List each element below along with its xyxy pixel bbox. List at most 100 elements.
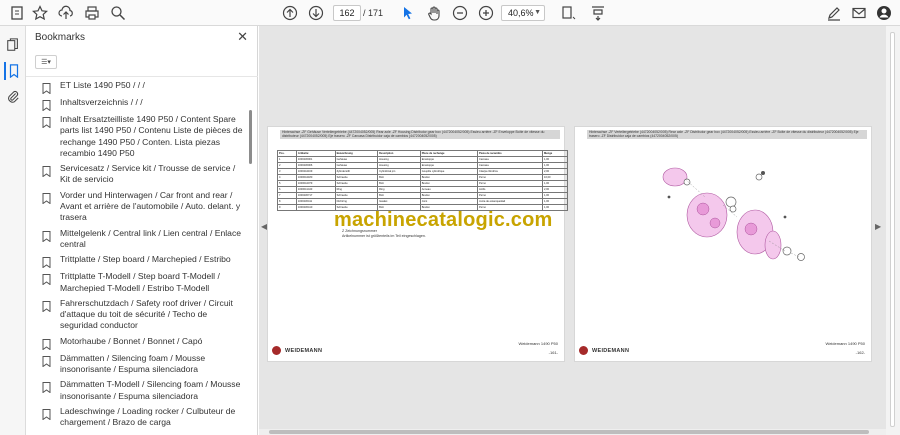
bookmark-item-icon <box>42 98 54 112</box>
bookmarks-panel: Bookmarks ✕ ☰▾ ET Liste 1490 P50 / / / I… <box>26 26 258 435</box>
page-header: Hinterachse -ZF Gehäuse Verteilergetrieb… <box>280 130 560 139</box>
bookmark-item[interactable]: Motorhaube / Bonnet / Bonnet / Capó <box>42 335 247 351</box>
scrollbar-thumb[interactable] <box>269 430 869 434</box>
scrollbar-thumb[interactable] <box>890 32 895 427</box>
scroll-mode-icon[interactable] <box>588 3 608 23</box>
bookmark-item[interactable]: Trittplatte / Step board / Marchepied / … <box>42 254 247 269</box>
hand-icon[interactable] <box>424 3 444 23</box>
bookmark-label: Motorhaube / Bonnet / Bonnet / Capó <box>60 335 203 346</box>
bookmark-list: ET Liste 1490 P50 / / / Inhaltsverzeichn… <box>42 80 247 433</box>
account-icon[interactable] <box>874 3 894 23</box>
bookmark-label: ET Liste 1490 P50 / / / <box>60 80 145 90</box>
bookmark-item[interactable]: Mittelgelenk / Central link / Lien centr… <box>42 228 247 251</box>
bookmark-label: Servicesatz / Service kit / Trousse de s… <box>60 163 236 185</box>
bookmark-label: Inhalt Ersatzteilliste 1490 P50 / Conten… <box>60 114 243 158</box>
scrollbar-thumb[interactable] <box>249 110 252 164</box>
close-icon[interactable]: ✕ <box>237 29 248 45</box>
bookmark-label: Trittplatte T-Modell / Step board T-Mode… <box>60 271 220 293</box>
next-page-icon[interactable] <box>306 3 326 23</box>
bookmark-item[interactable]: ET Liste 1490 P50 / / / <box>42 80 247 95</box>
bookmark-item[interactable]: Trittplatte T-Modell / Step board T-Mode… <box>42 271 247 294</box>
list-options-icon: ☰▾ <box>41 59 51 66</box>
document-viewer[interactable]: ◀ ▶ Hinterachse -ZF Gehäuse Verteilerget… <box>259 26 886 435</box>
attachment-icon[interactable] <box>4 88 22 106</box>
zoom-in-icon[interactable] <box>476 3 496 23</box>
bookmark-item-icon <box>42 191 54 205</box>
page-header: Hinterachse -ZF Verteilergetriebe (44720… <box>587 130 867 139</box>
bookmark-label: Inhaltsverzeichnis / / / <box>60 97 143 107</box>
cursor-icon[interactable] <box>398 3 418 23</box>
document-page-left: Hinterachse -ZF Gehäuse Verteilergetrieb… <box>267 126 568 362</box>
navigation-rail <box>0 26 26 435</box>
bookmark-label: Mittelgelenk / Central link / Lien centr… <box>60 227 242 249</box>
brand-mark: WEIDEMANN <box>272 346 322 355</box>
main-toolbar: 162 / 171 40,6% ▼ <box>0 0 900 26</box>
brand-name: WEIDEMANN <box>285 347 323 354</box>
table-cell: 9 <box>277 204 297 211</box>
bookmark-item[interactable]: Dämmatten T-Modell / Silencing foam / Mo… <box>42 379 247 402</box>
mail-icon[interactable] <box>849 3 869 23</box>
bookmark-label: Dämmatten / Silencing foam / Mousse inso… <box>60 352 206 375</box>
bookmark-label: Trittplatte / Step board / Marchepied / … <box>60 254 231 265</box>
bookmark-item-icon <box>42 299 54 313</box>
bookmark-item-icon <box>42 337 54 351</box>
parts-table: Pos. Artikelnr. Bezeichnung Description … <box>277 150 568 211</box>
viewer-vertical-scrollbar[interactable] <box>886 26 900 435</box>
bookmark-item[interactable]: Servicesatz / Service kit / Trousse de s… <box>42 163 247 186</box>
bookmark-item[interactable]: Dämmatten / Silencing foam / Mousse inso… <box>42 353 247 376</box>
page-number-input[interactable]: 162 <box>333 5 361 21</box>
bookmark-item-icon <box>42 81 54 95</box>
note-line: Artikelnummer ist größtenteils im Teil e… <box>342 234 426 238</box>
bookmark-item-icon <box>42 272 54 286</box>
prev-page-icon[interactable] <box>280 3 300 23</box>
bookmark-item[interactable]: Fahrerschutzdach / Safety roof driver / … <box>42 298 247 332</box>
page-number-label: -161- <box>548 350 558 355</box>
weidemann-logo-icon <box>272 346 281 355</box>
bookmark-label: Vorder und Hinterwagen / Car front and r… <box>60 189 241 223</box>
watermark-text: machinecatalogic.com <box>334 209 553 231</box>
brand-name: WEIDEMANN <box>592 347 630 354</box>
bookmark-label: Dämmatten T-Modell / Silencing foam / Mo… <box>60 379 241 401</box>
bookmark-item[interactable]: Inhaltsverzeichnis / / / <box>42 97 247 112</box>
bookmark-icon[interactable] <box>4 62 22 80</box>
star-icon[interactable] <box>30 3 50 23</box>
bookmark-label: Fahrerschutzdach / Safety roof driver / … <box>60 297 233 331</box>
bookmark-item-icon <box>42 255 54 269</box>
search-icon[interactable] <box>108 3 128 23</box>
chevron-down-icon: ▼ <box>534 9 541 16</box>
zoom-out-icon[interactable] <box>450 3 470 23</box>
bookmark-item-icon <box>42 354 54 368</box>
table-cell: 1000236410 <box>295 204 336 211</box>
bookmark-item-icon <box>42 229 54 243</box>
document-page-right: Hinterachse -ZF Verteilergetriebe (44720… <box>574 126 872 362</box>
weidemann-logo-icon <box>579 346 588 355</box>
model-label: Weidemann 1490 P50 <box>518 341 558 346</box>
page-number-label: -162- <box>855 350 865 355</box>
bookmark-item-icon <box>42 164 54 178</box>
bookmark-options-button[interactable]: ☰▾ <box>35 55 57 69</box>
bookmark-item-icon <box>42 380 54 394</box>
bookmark-item[interactable]: Ladeschwinge / Loading rocker / Culbuteu… <box>42 406 247 429</box>
zoom-value: 40,6% <box>508 8 534 18</box>
bookmark-label: Ladeschwinge / Loading rocker / Culbuteu… <box>60 405 236 428</box>
bookmarks-scrollbar[interactable] <box>248 80 254 428</box>
brand-mark: WEIDEMANN <box>579 346 629 355</box>
pages-icon[interactable] <box>4 36 22 54</box>
fit-page-icon[interactable] <box>558 3 578 23</box>
page-total: / 171 <box>363 8 384 18</box>
model-label: Weidemann 1490 P50 <box>825 341 865 346</box>
upload-icon[interactable] <box>56 3 76 23</box>
sign-icon[interactable] <box>824 3 844 23</box>
print-icon[interactable] <box>82 3 102 23</box>
bookmark-item-icon <box>42 407 54 421</box>
bookmark-item[interactable]: Inhalt Ersatzteilliste 1490 P50 / Conten… <box>42 114 247 159</box>
bookmark-item[interactable]: Vorder und Hinterwagen / Car front and r… <box>42 190 247 224</box>
home-toolbar-icon[interactable] <box>8 3 28 23</box>
exploded-parts-diagram <box>662 167 805 261</box>
collapse-right-icon[interactable]: ▶ <box>875 222 881 231</box>
panel-title: Bookmarks <box>35 32 86 43</box>
zoom-select[interactable]: 40,6% ▼ <box>501 5 545 21</box>
bookmark-item-icon <box>42 115 54 129</box>
panel-divider <box>26 76 258 77</box>
viewer-horizontal-scrollbar[interactable] <box>259 429 886 435</box>
